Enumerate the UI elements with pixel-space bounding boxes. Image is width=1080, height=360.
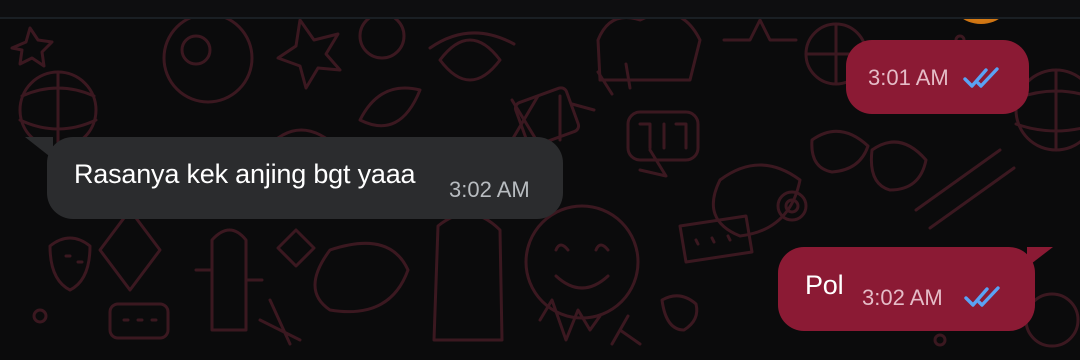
top-divider-bar	[0, 0, 1080, 19]
double-check-icon	[964, 286, 1000, 307]
outgoing-message-bubble[interactable]: Pol 3:02 AM	[778, 247, 1053, 331]
message-text: Pol	[805, 270, 844, 300]
incoming-message-bubble[interactable]: Rasanya kek anjing bgt yaaa 3:02 AM	[25, 137, 563, 219]
message-time: 3:02 AM	[449, 177, 530, 202]
bubble-tail	[1027, 247, 1053, 267]
double-check-icon	[963, 67, 999, 88]
message-time: 3:01 AM	[868, 65, 949, 90]
bubble-tail	[25, 137, 53, 159]
message-text: Rasanya kek anjing bgt yaaa	[74, 159, 416, 189]
message-time: 3:02 AM	[862, 285, 943, 310]
outgoing-message-bubble[interactable]: 3:01 AM	[846, 40, 1029, 114]
